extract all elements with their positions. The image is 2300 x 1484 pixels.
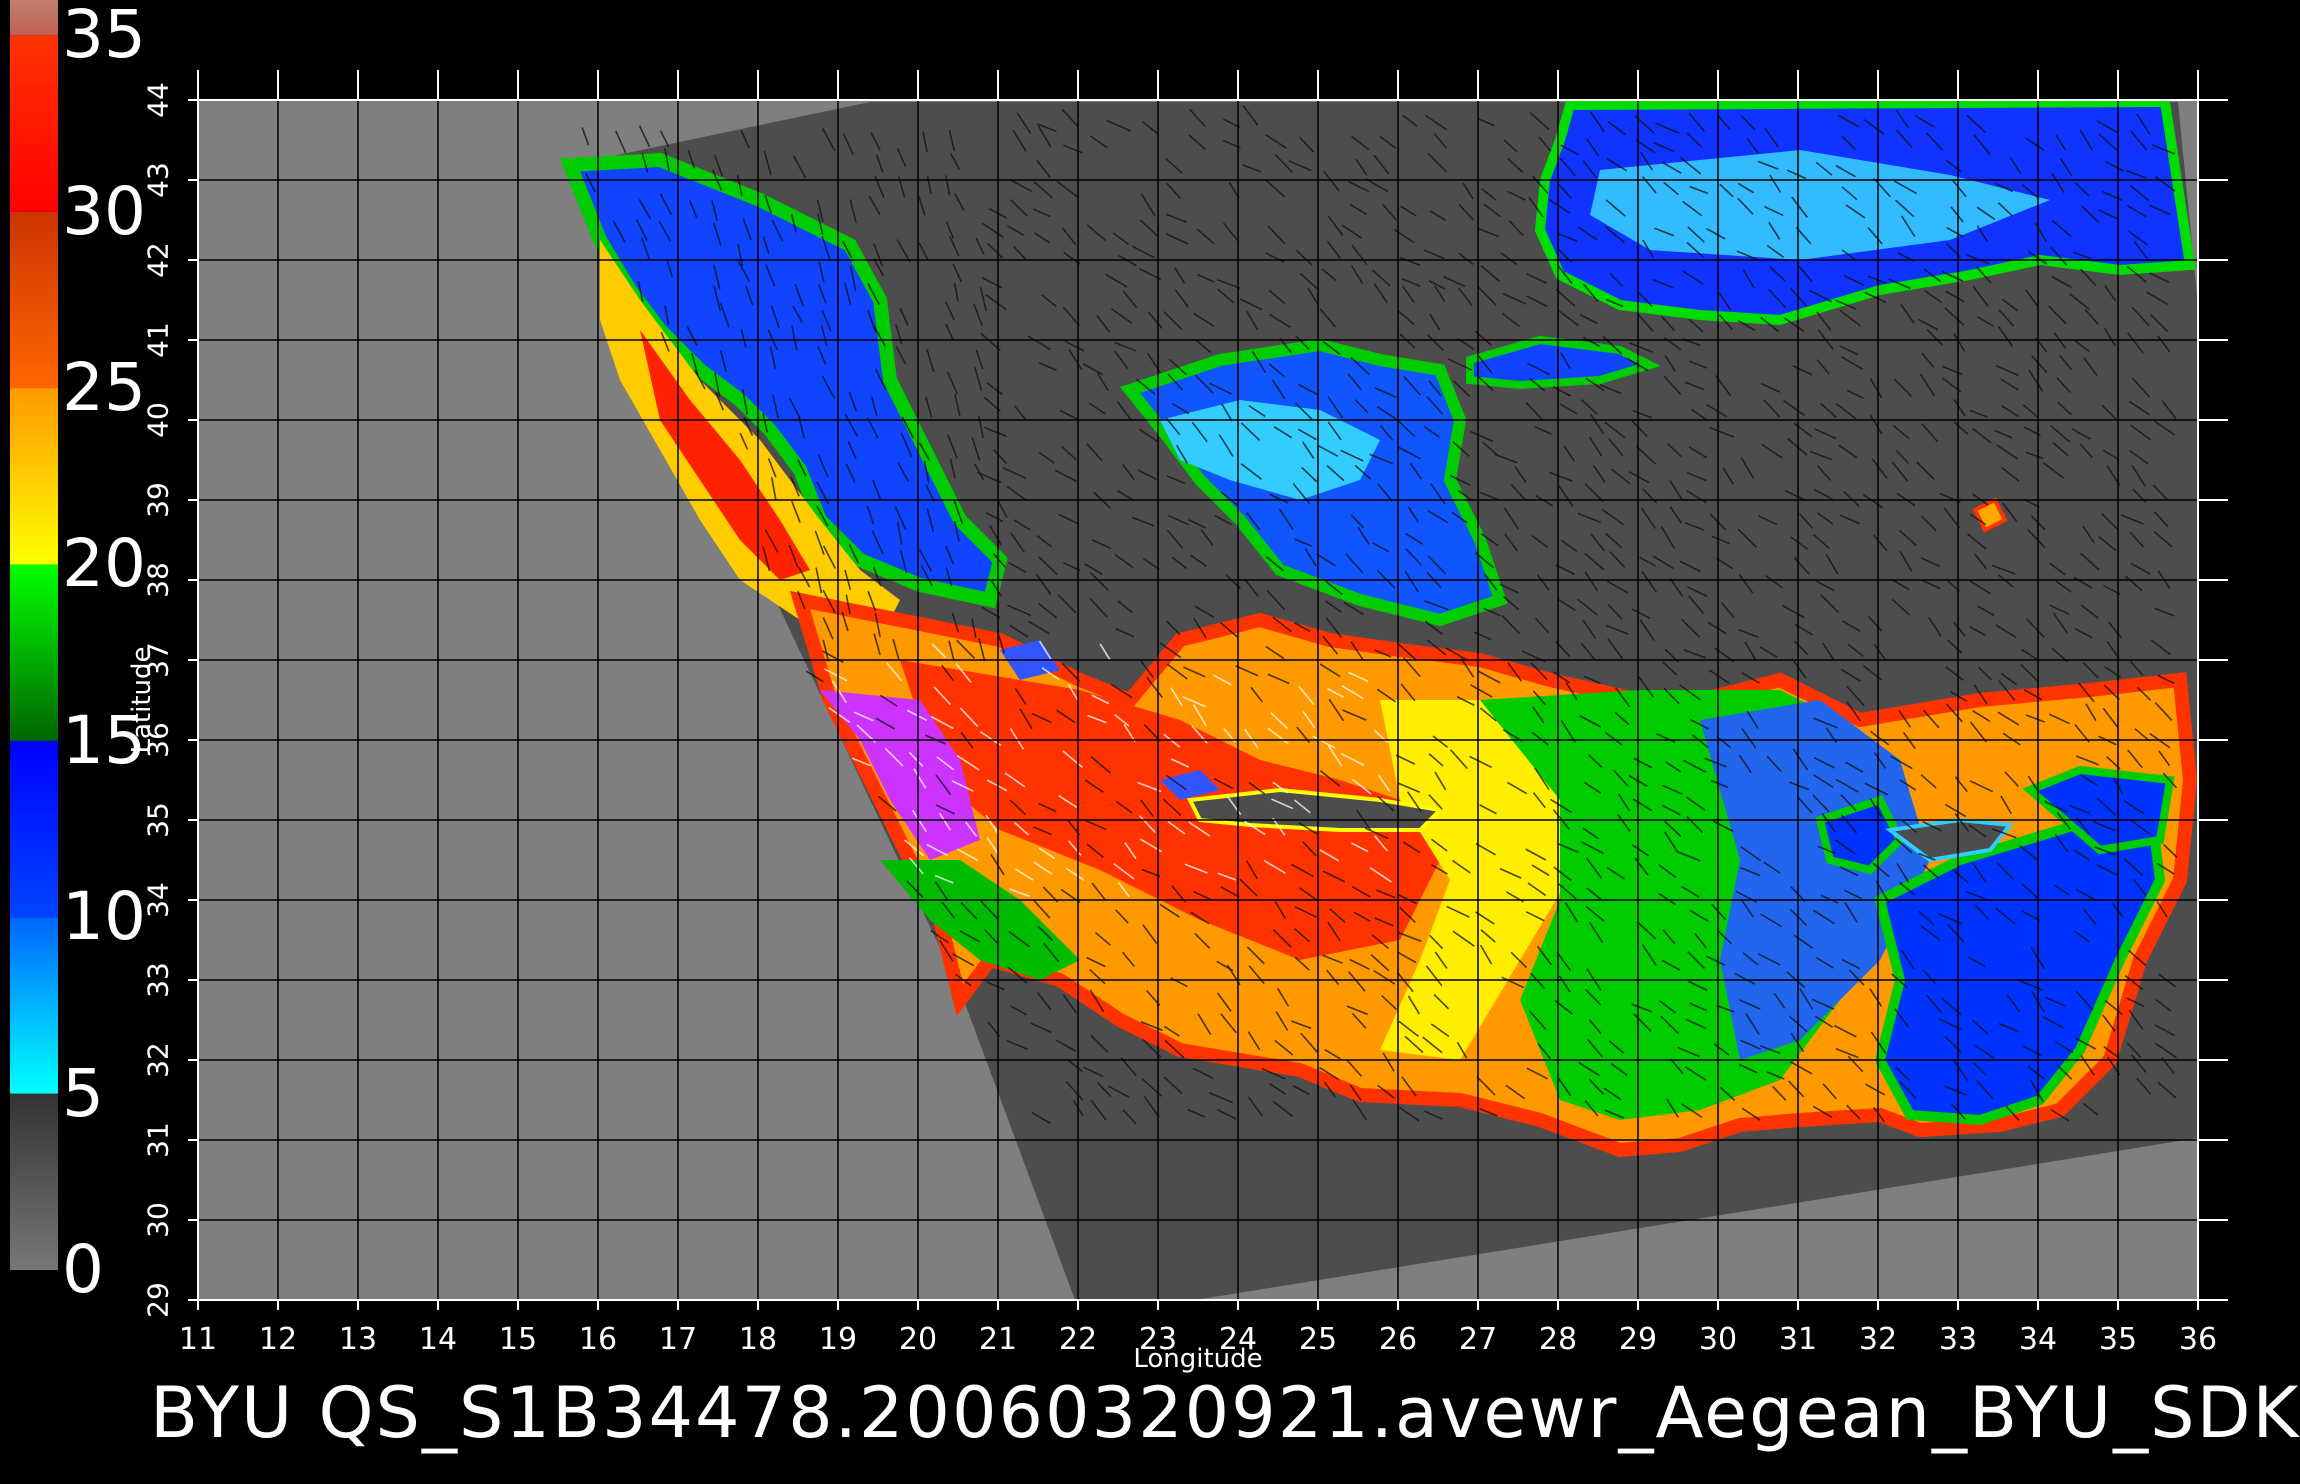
y-tick-label: 31 xyxy=(141,1122,175,1158)
x-tick-label: 29 xyxy=(1618,1322,1658,1357)
map-figure: 35 30 25 20 15 10 5 0 11 12 13 14 15 16 17 18 19 20 21 22 2… xyxy=(0,0,2300,1480)
colorbar-label: 35 xyxy=(62,0,146,74)
y-tick-label: 44 xyxy=(141,82,175,118)
x-axis-label: Longitude xyxy=(1133,1344,1263,1374)
plot-area xyxy=(198,100,2198,1300)
x-tick-label: 17 xyxy=(658,1322,698,1357)
colorbar-band xyxy=(10,564,58,741)
colorbar xyxy=(10,0,58,1270)
y-tick-label: 43 xyxy=(141,162,175,198)
colorbar-band xyxy=(10,388,58,565)
colorbar-label: 25 xyxy=(62,349,146,427)
y-tick-label: 35 xyxy=(141,802,175,838)
x-tick-label: 20 xyxy=(898,1322,938,1357)
colorbar-label: 20 xyxy=(62,525,146,603)
wind-speed-map xyxy=(10,0,2228,1310)
x-tick-label: 13 xyxy=(338,1322,378,1357)
figure-caption: BYU QS_S1B34478.20060320921.avewr_Aegean… xyxy=(150,1372,2300,1454)
y-axis-label: Latitude xyxy=(127,646,157,754)
x-tick-label: 14 xyxy=(418,1322,458,1357)
x-tick-label: 22 xyxy=(1058,1322,1098,1357)
y-tick-label: 33 xyxy=(141,962,175,998)
x-tick-label: 32 xyxy=(1858,1322,1898,1357)
x-tick-label: 35 xyxy=(2098,1322,2138,1357)
colorbar-band xyxy=(10,0,58,36)
y-tick-label: 41 xyxy=(141,322,175,358)
y-tick-label: 34 xyxy=(141,882,175,918)
x-tick-label: 26 xyxy=(1378,1322,1418,1357)
x-tick-label: 11 xyxy=(178,1322,218,1357)
colorbar-band xyxy=(10,740,58,918)
colorbar-band xyxy=(10,211,58,389)
y-tick-label: 30 xyxy=(141,1202,175,1238)
x-tick-label: 33 xyxy=(1938,1322,1978,1357)
colorbar-label: 30 xyxy=(62,172,146,250)
x-tick-label: 19 xyxy=(818,1322,858,1357)
x-tick-label: 34 xyxy=(2018,1322,2058,1357)
colorbar-band xyxy=(10,35,58,212)
colorbar-label: 10 xyxy=(62,878,146,956)
x-tick-label: 31 xyxy=(1778,1322,1818,1357)
x-tick-label: 28 xyxy=(1538,1322,1578,1357)
y-tick-label: 39 xyxy=(141,482,175,518)
colorbar-band xyxy=(10,1093,58,1270)
x-tick-label: 21 xyxy=(978,1322,1018,1357)
x-tick-label: 30 xyxy=(1698,1322,1738,1357)
y-tick-label: 42 xyxy=(141,242,175,278)
y-tick-label: 32 xyxy=(141,1042,175,1078)
x-tick-label: 25 xyxy=(1298,1322,1338,1357)
y-tick-label: 40 xyxy=(141,402,175,438)
colorbar-label: 0 xyxy=(62,1231,104,1308)
x-tick-label: 12 xyxy=(258,1322,298,1357)
y-tick-label: 29 xyxy=(141,1282,175,1318)
x-tick-label: 36 xyxy=(2178,1322,2218,1357)
x-tick-label: 15 xyxy=(498,1322,538,1357)
x-tick-label: 16 xyxy=(578,1322,618,1357)
x-tick-label: 27 xyxy=(1458,1322,1498,1357)
x-tick-label: 18 xyxy=(738,1322,778,1357)
colorbar-label: 5 xyxy=(62,1054,104,1132)
colorbar-band xyxy=(10,917,58,1094)
y-tick-label: 38 xyxy=(141,562,175,598)
